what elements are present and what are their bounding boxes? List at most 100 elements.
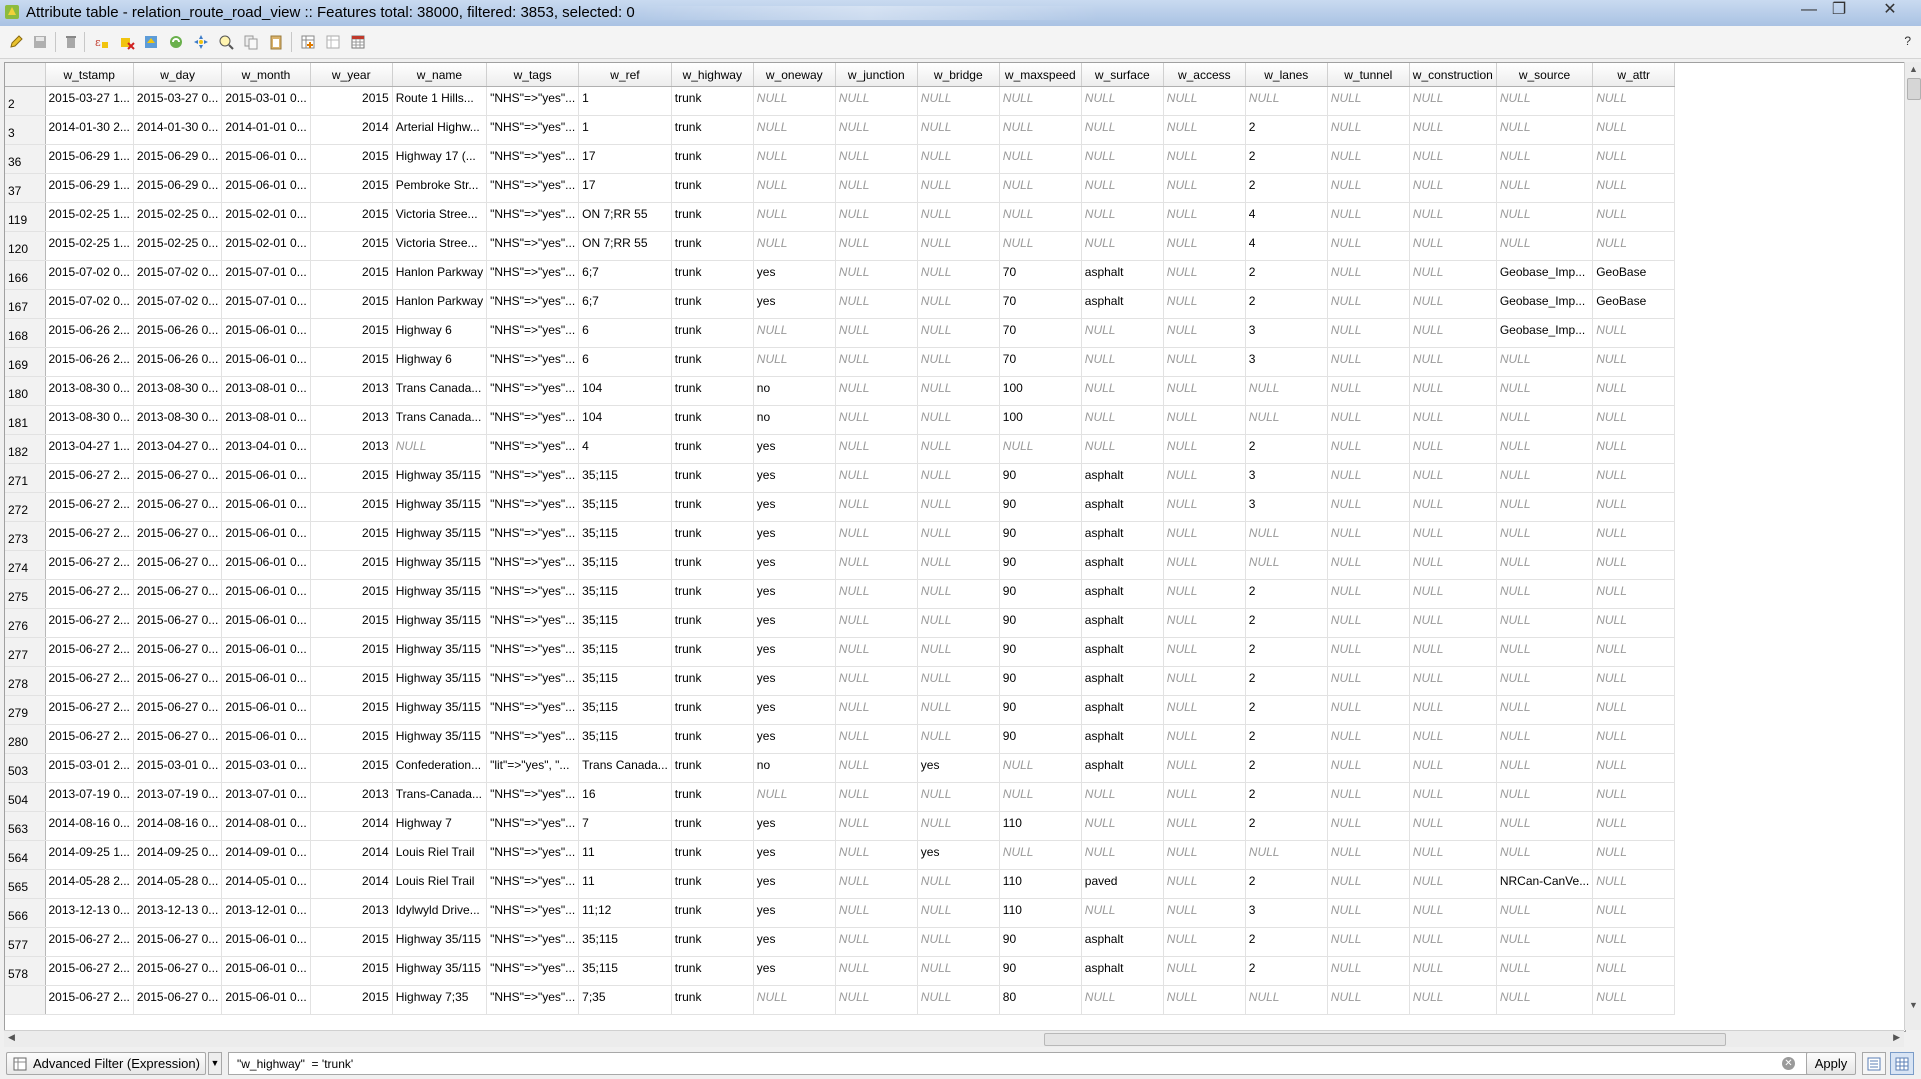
table-cell[interactable]: NULL — [835, 521, 918, 551]
table-cell[interactable]: NULL — [1327, 492, 1410, 522]
table-cell[interactable]: NULL — [1592, 811, 1676, 841]
table-cell[interactable]: NULL — [835, 956, 918, 986]
table-cell[interactable]: NULL — [917, 956, 1000, 986]
table-cell[interactable]: NULL — [1496, 376, 1594, 406]
table-cell[interactable]: 2015 — [310, 637, 393, 667]
column-header-w-month[interactable]: w_month — [221, 63, 311, 87]
table-cell[interactable]: 35;115 — [578, 956, 672, 986]
table-cell[interactable]: Highway 35/115 — [392, 666, 488, 696]
table-cell[interactable]: yes — [753, 289, 836, 319]
table-cell[interactable]: 6;7 — [578, 289, 672, 319]
table-cell[interactable]: NULL — [1409, 115, 1497, 145]
table-row[interactable]: 564 2014-09-25 1... 2014-09-25 0... 2014-09… — [5, 840, 1676, 870]
table-cell[interactable]: 2015-06-01 0... — [221, 492, 311, 522]
table-cell[interactable]: 2015-06-01 0... — [221, 608, 311, 638]
table-cell[interactable]: NULL — [1496, 231, 1594, 261]
table-cell[interactable]: 3 — [1245, 318, 1328, 348]
table-cell[interactable]: Victoria Stree... — [392, 202, 488, 232]
table-cell[interactable]: NULL — [1163, 695, 1246, 725]
table-row[interactable]: 565 2014-05-28 2... 2014-05-28 0... 2014-05… — [5, 869, 1676, 899]
table-cell[interactable]: 2015-06-01 0... — [221, 695, 311, 725]
table-cell[interactable]: 6 — [578, 347, 672, 377]
table-cell[interactable]: 2015 — [310, 695, 393, 725]
table-cell[interactable]: yes — [753, 260, 836, 290]
table-cell[interactable]: 2015-06-27 0... — [133, 666, 223, 696]
table-cell[interactable]: NULL — [999, 173, 1082, 203]
table-cell[interactable]: 2015-06-01 0... — [221, 550, 311, 580]
row-number-header[interactable]: 272 — [5, 492, 46, 522]
table-cell[interactable]: 11 — [578, 840, 672, 870]
table-cell[interactable]: yes — [753, 579, 836, 609]
table-cell[interactable]: 2015-06-01 0... — [221, 666, 311, 696]
table-cell[interactable]: NULL — [1327, 376, 1410, 406]
table-cell[interactable]: NULL — [1327, 347, 1410, 377]
table-cell[interactable]: NULL — [835, 492, 918, 522]
table-cell[interactable]: trunk — [671, 202, 754, 232]
table-cell[interactable]: "NHS"=>"yes"... — [486, 985, 580, 1015]
table-cell[interactable]: NULL — [1327, 144, 1410, 174]
table-cell[interactable]: no — [753, 753, 836, 783]
table-cell[interactable]: NULL — [753, 347, 836, 377]
table-cell[interactable]: NULL — [835, 260, 918, 290]
zoom-to-selection-button[interactable] — [215, 31, 237, 53]
table-cell[interactable]: NULL — [1163, 782, 1246, 812]
table-cell[interactable]: 17 — [578, 173, 672, 203]
table-cell[interactable]: NULL — [1163, 376, 1246, 406]
table-cell[interactable]: NULL — [835, 115, 918, 145]
table-cell[interactable]: 35;115 — [578, 637, 672, 667]
table-cell[interactable]: 2014-09-25 0... — [133, 840, 223, 870]
table-cell[interactable]: NULL — [1409, 695, 1497, 725]
table-cell[interactable]: trunk — [671, 869, 754, 899]
table-cell[interactable]: NULL — [1163, 434, 1246, 464]
table-cell[interactable]: trunk — [671, 637, 754, 667]
table-cell[interactable]: NULL — [1592, 579, 1676, 609]
column-header-w-oneway[interactable]: w_oneway — [753, 63, 836, 87]
table-cell[interactable]: 2015-06-29 1... — [45, 144, 134, 174]
table-cell[interactable]: 2015 — [310, 144, 393, 174]
table-cell[interactable]: NULL — [1327, 782, 1410, 812]
table-cell[interactable]: NULL — [1496, 492, 1594, 522]
column-header-w-ref[interactable]: w_ref — [578, 63, 672, 87]
table-cell[interactable]: 2 — [1245, 434, 1328, 464]
table-cell[interactable]: NULL — [1163, 811, 1246, 841]
table-cell[interactable]: yes — [753, 521, 836, 551]
filter-mode-button[interactable]: Advanced Filter (Expression) — [6, 1052, 206, 1075]
table-cell[interactable]: NULL — [1245, 840, 1328, 870]
table-cell[interactable]: trunk — [671, 782, 754, 812]
table-cell[interactable]: NULL — [917, 347, 1000, 377]
table-cell[interactable]: 6;7 — [578, 260, 672, 290]
table-row[interactable]: 577 2015-06-27 2... 2015-06-27 0... 2015-06… — [5, 927, 1676, 957]
table-cell[interactable]: yes — [753, 492, 836, 522]
table-cell[interactable]: NULL — [1496, 811, 1594, 841]
table-cell[interactable]: NULL — [1327, 115, 1410, 145]
table-cell[interactable]: Highway 7;35 — [392, 985, 488, 1015]
table-cell[interactable]: 2015-06-27 2... — [45, 724, 134, 754]
table-cell[interactable]: NULL — [1496, 405, 1594, 435]
table-cell[interactable]: 2015-02-25 0... — [133, 231, 223, 261]
table-cell[interactable]: 2015-03-01 0... — [221, 753, 311, 783]
table-cell[interactable]: NULL — [1327, 318, 1410, 348]
table-cell[interactable]: NULL — [1327, 550, 1410, 580]
table-cell[interactable]: asphalt — [1081, 695, 1164, 725]
table-cell[interactable]: NULL — [1327, 521, 1410, 551]
horizontal-scroll-thumb[interactable] — [1044, 1033, 1726, 1046]
table-cell[interactable]: 2015-06-01 0... — [221, 724, 311, 754]
table-row[interactable]: 280 2015-06-27 2... 2015-06-27 0... 2015-06… — [5, 724, 1676, 754]
table-cell[interactable]: NULL — [1081, 985, 1164, 1015]
table-cell[interactable]: 2015-07-01 0... — [221, 260, 311, 290]
table-cell[interactable]: 2015-07-02 0... — [133, 260, 223, 290]
table-cell[interactable]: 2015-07-01 0... — [221, 289, 311, 319]
table-cell[interactable]: "NHS"=>"yes"... — [486, 231, 580, 261]
table-cell[interactable]: NULL — [1409, 231, 1497, 261]
table-cell[interactable]: NULL — [1592, 840, 1676, 870]
table-cell[interactable]: "NHS"=>"yes"... — [486, 695, 580, 725]
table-cell[interactable]: NULL — [1081, 318, 1164, 348]
table-cell[interactable]: 2014-09-01 0... — [221, 840, 311, 870]
table-cell[interactable]: NULL — [1081, 434, 1164, 464]
table-cell[interactable]: NULL — [1496, 782, 1594, 812]
table-cell[interactable]: "NHS"=>"yes"... — [486, 869, 580, 899]
table-cell[interactable]: NULL — [1592, 86, 1676, 116]
save-edits-button[interactable] — [29, 31, 51, 53]
table-cell[interactable]: NULL — [1409, 637, 1497, 667]
table-cell[interactable]: "NHS"=>"yes"... — [486, 782, 580, 812]
